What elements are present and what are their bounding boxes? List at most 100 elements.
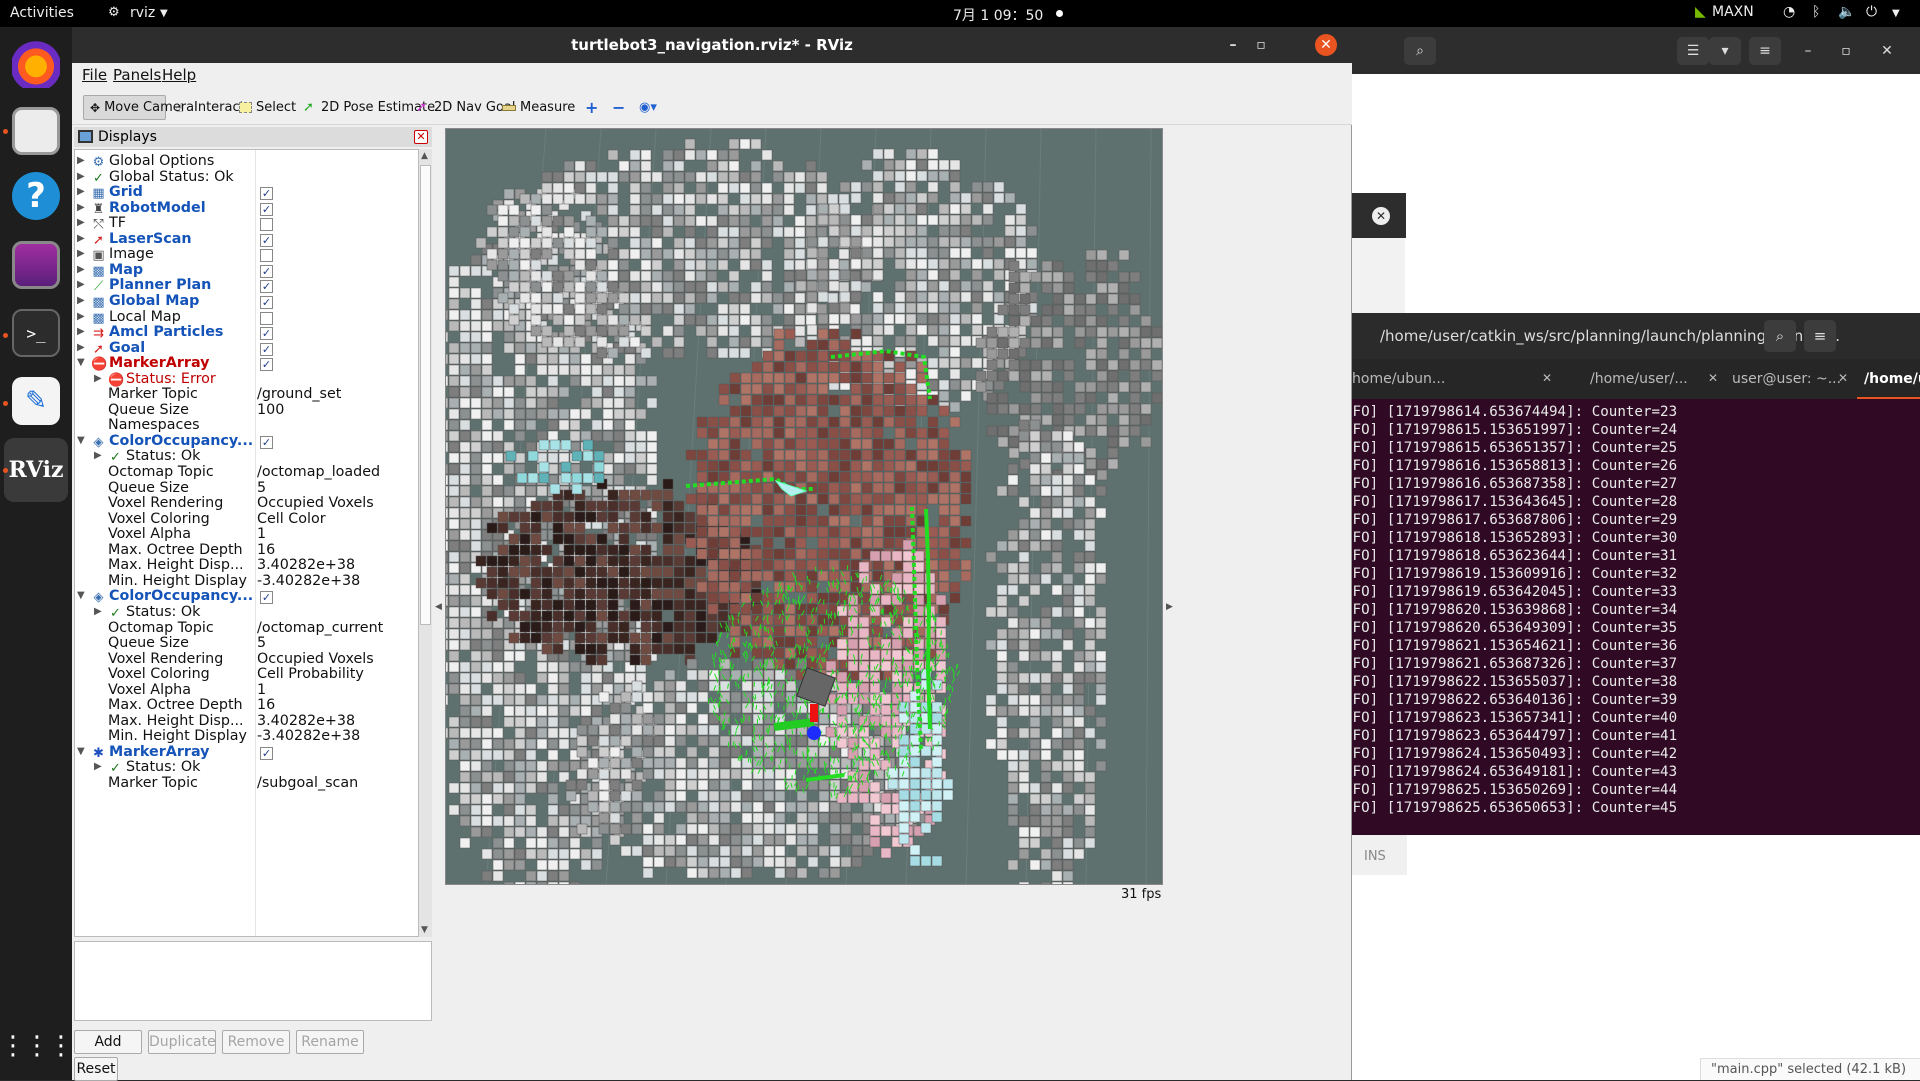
- text-editor-icon[interactable]: ✎: [12, 377, 60, 425]
- collapse-arrow-icon[interactable]: ▼: [77, 746, 87, 757]
- property-value[interactable]: Occupied Voxels: [257, 495, 374, 511]
- power-mode[interactable]: MAXN: [1712, 4, 1754, 20]
- bluetooth-icon[interactable]: ᛒ: [1812, 4, 1820, 20]
- chevron-down-icon[interactable]: ▼: [1892, 8, 1900, 19]
- enable-checkbox[interactable]: ✓: [260, 234, 273, 247]
- property-value[interactable]: 100: [257, 402, 284, 418]
- property-value[interactable]: 1: [257, 682, 266, 698]
- enable-checkbox[interactable]: ✓: [260, 343, 273, 356]
- displays-tree[interactable]: ▶⚙Global Options▶✓Global Status: Ok▶▦Gri…: [74, 149, 419, 937]
- enable-checkbox[interactable]: ✓: [260, 591, 273, 604]
- chevron-down-icon[interactable]: ▾: [1709, 37, 1741, 65]
- firefox-icon[interactable]: [12, 40, 60, 88]
- hamburger-menu-icon[interactable]: ≡: [1804, 320, 1836, 352]
- property-value[interactable]: /subgoal_scan: [257, 775, 358, 791]
- enable-checkbox[interactable]: ✓: [260, 747, 273, 760]
- minimize-icon[interactable]: –: [1792, 37, 1824, 65]
- property-value[interactable]: 16: [257, 697, 275, 713]
- property-value[interactable]: -3.40282e+38: [257, 728, 360, 744]
- terminal-icon[interactable]: >_: [12, 309, 60, 357]
- terminal-tab[interactable]: user@user: ~...: [1732, 371, 1841, 387]
- property-value[interactable]: 16: [257, 542, 275, 558]
- property-value[interactable]: Occupied Voxels: [257, 651, 374, 667]
- expand-arrow-icon[interactable]: ▶: [94, 450, 104, 461]
- octomap-scene[interactable]: [446, 129, 1163, 885]
- scroll-down-icon[interactable]: ▼: [421, 925, 428, 935]
- property-value[interactable]: /octomap_loaded: [257, 464, 380, 480]
- select-tool[interactable]: Select: [233, 95, 302, 120]
- search-icon[interactable]: ⌕: [1764, 320, 1796, 352]
- property-value[interactable]: 5: [257, 635, 266, 651]
- expand-arrow-icon[interactable]: ▶: [77, 311, 87, 322]
- property-value[interactable]: Cell Color: [257, 511, 326, 527]
- hamburger-menu-icon[interactable]: ≡: [1749, 37, 1781, 65]
- expand-arrow-icon[interactable]: ▶: [77, 326, 87, 337]
- minimize-icon[interactable]: –: [1223, 35, 1243, 55]
- expand-arrow-icon[interactable]: ▶: [77, 264, 87, 275]
- expand-arrow-icon[interactable]: ▶: [94, 606, 104, 617]
- collapse-arrow-icon[interactable]: ▼: [77, 590, 87, 601]
- close-icon[interactable]: ✕: [414, 130, 428, 144]
- property-row[interactable]: Marker Topic/subgoal_scan: [75, 775, 419, 794]
- expand-arrow-icon[interactable]: ▶: [77, 155, 87, 166]
- enable-checkbox[interactable]: ✓: [260, 358, 273, 371]
- property-value[interactable]: 5: [257, 480, 266, 496]
- maximize-icon[interactable]: ▫: [1830, 37, 1862, 65]
- expand-arrow-icon[interactable]: ▶: [77, 217, 87, 228]
- close-icon[interactable]: ✕: [1372, 207, 1390, 225]
- terminal-tab[interactable]: /home/user/...: [1590, 371, 1688, 387]
- expand-arrow-icon[interactable]: ▶: [77, 342, 87, 353]
- close-icon[interactable]: ✕: [1708, 371, 1718, 385]
- collapse-left-icon[interactable]: ◀: [435, 602, 442, 612]
- enable-checkbox[interactable]: ✓: [260, 265, 273, 278]
- measure-tool[interactable]: Measure: [496, 95, 581, 120]
- expand-arrow-icon[interactable]: ▶: [77, 186, 87, 197]
- expand-arrow-icon[interactable]: ▶: [77, 233, 87, 244]
- volume-icon[interactable]: 🔈: [1838, 4, 1855, 20]
- video-player-icon[interactable]: [12, 241, 60, 289]
- menu-help[interactable]: Help: [162, 66, 196, 84]
- terminal-tab-active[interactable]: /home/us: [1864, 371, 1920, 387]
- enable-checkbox[interactable]: ✓: [260, 296, 273, 309]
- search-icon[interactable]: ⌕: [1404, 37, 1436, 65]
- property-value[interactable]: 3.40282e+38: [257, 557, 355, 573]
- move-camera-tool[interactable]: ✥ Move Camera: [83, 95, 166, 120]
- expand-arrow-icon[interactable]: ▶: [77, 295, 87, 306]
- files-icon[interactable]: [12, 107, 60, 155]
- close-icon[interactable]: ✕: [1542, 371, 1552, 385]
- expand-arrow-icon[interactable]: ▶: [77, 279, 87, 290]
- enable-checkbox[interactable]: ✓: [260, 187, 273, 200]
- reset-button[interactable]: Reset: [74, 1057, 118, 1081]
- menu-panels[interactable]: Panels: [113, 66, 161, 84]
- scrollbar-thumb[interactable]: [420, 165, 431, 625]
- close-icon[interactable]: ✕: [1315, 34, 1337, 56]
- menu-file[interactable]: File: [82, 66, 107, 84]
- add-tool-icon[interactable]: +: [579, 95, 604, 120]
- enable-checkbox[interactable]: ✓: [260, 327, 273, 340]
- enable-checkbox[interactable]: ✓: [260, 203, 273, 216]
- maximize-icon[interactable]: ▫: [1251, 35, 1271, 55]
- rename-button[interactable]: Rename: [296, 1030, 364, 1054]
- collapse-right-icon[interactable]: ▶: [1166, 602, 1173, 612]
- expand-arrow-icon[interactable]: ▶: [94, 761, 104, 772]
- power-icon[interactable]: ⏻: [1866, 4, 1877, 20]
- expand-arrow-icon[interactable]: ▶: [77, 248, 87, 259]
- add-button[interactable]: Add: [74, 1030, 142, 1054]
- expand-arrow-icon[interactable]: ▶: [94, 373, 104, 384]
- enable-checkbox[interactable]: [260, 218, 273, 231]
- enable-checkbox[interactable]: ✓: [260, 436, 273, 449]
- collapse-arrow-icon[interactable]: ▼: [77, 435, 87, 446]
- tool-properties-icon[interactable]: ◉▾: [633, 95, 663, 120]
- property-value[interactable]: /ground_set: [257, 386, 341, 402]
- render-viewport[interactable]: [445, 128, 1163, 885]
- property-value[interactable]: -3.40282e+38: [257, 573, 360, 589]
- wifi-icon[interactable]: ◔: [1783, 4, 1795, 20]
- enable-checkbox[interactable]: [260, 249, 273, 262]
- help-icon[interactable]: ?: [12, 172, 60, 220]
- property-value[interactable]: 1: [257, 526, 266, 542]
- remove-button[interactable]: Remove: [222, 1030, 290, 1054]
- enable-checkbox[interactable]: ✓: [260, 280, 273, 293]
- collapse-arrow-icon[interactable]: ▼: [77, 357, 87, 368]
- remove-tool-icon[interactable]: −: [606, 95, 631, 120]
- terminal-tab[interactable]: home/ubun...: [1352, 371, 1445, 387]
